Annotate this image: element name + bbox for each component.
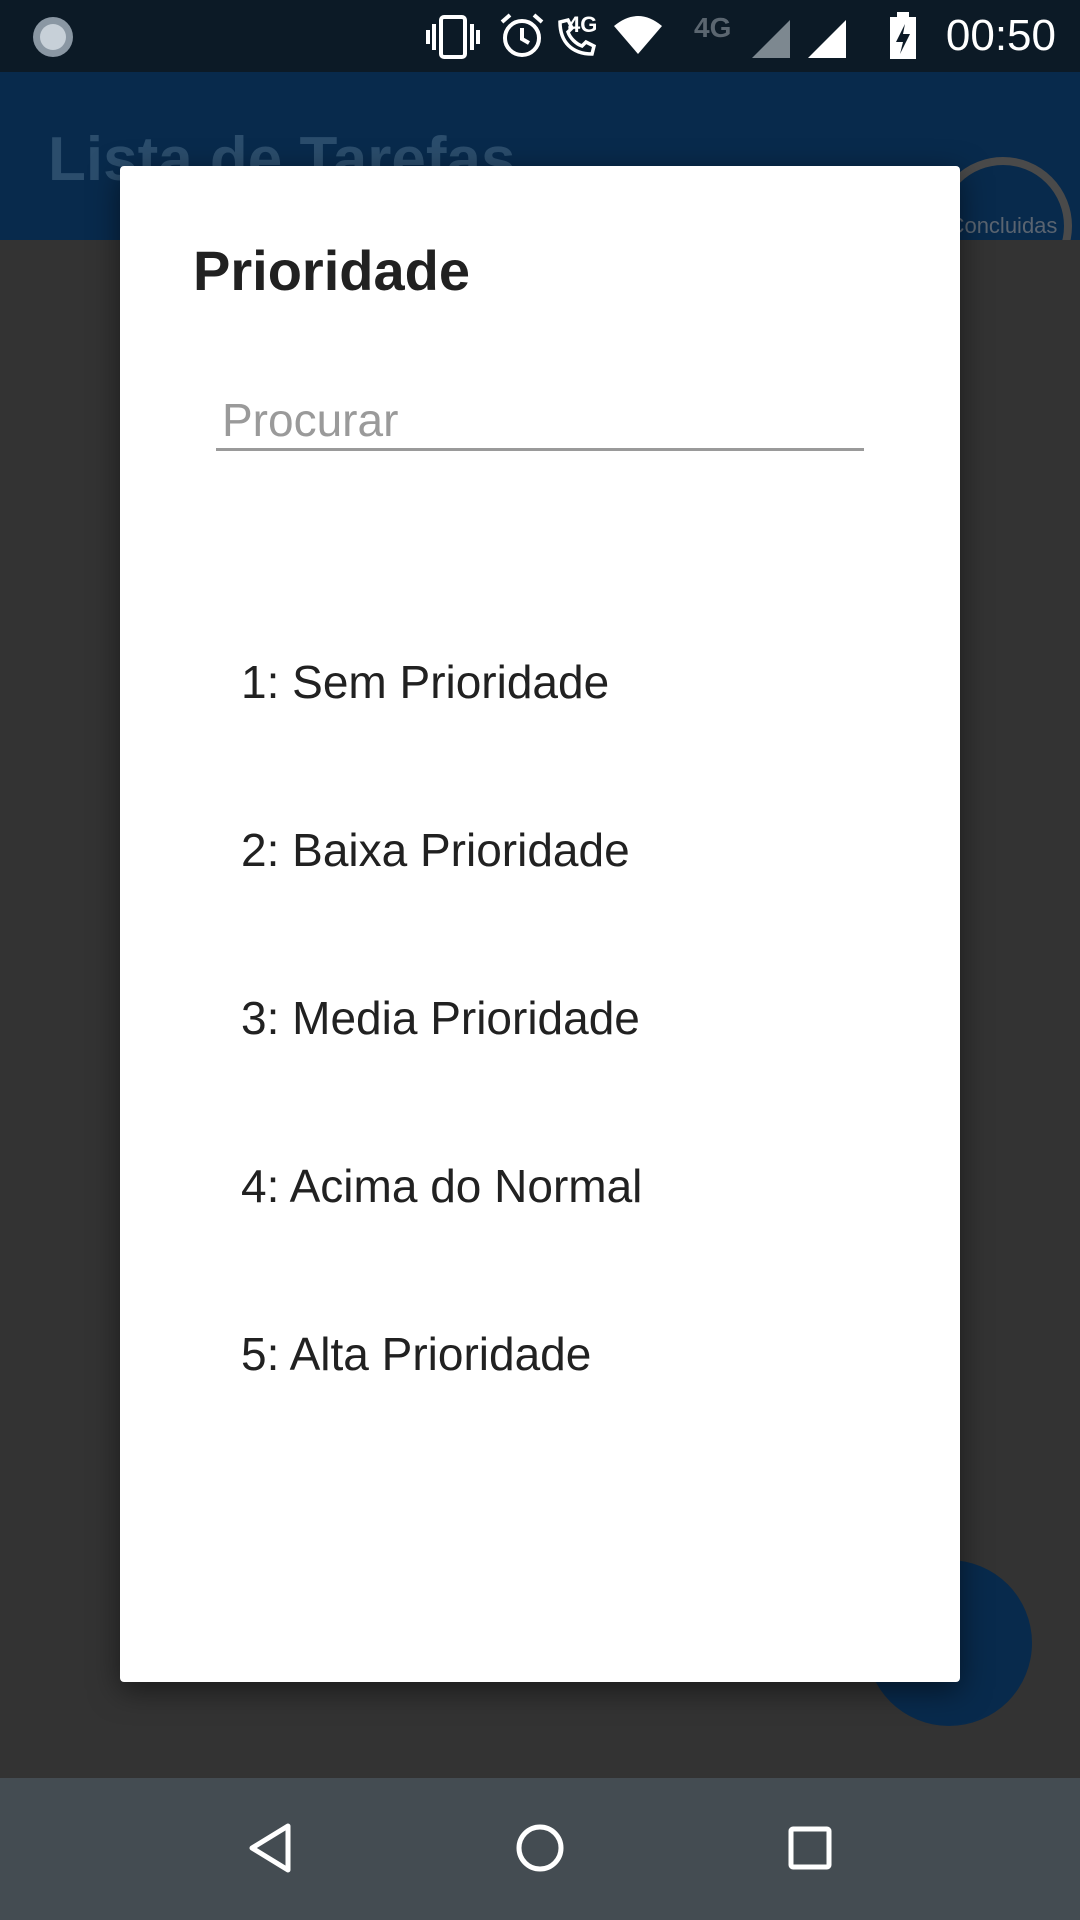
back-icon <box>249 1823 291 1873</box>
priority-option-5[interactable]: 5: Alta Prioridade <box>120 1270 960 1438</box>
priority-option-1[interactable]: 1: Sem Prioridade <box>120 598 960 766</box>
back-button[interactable] <box>230 1808 310 1888</box>
option-label: 3: Media Prioridade <box>241 992 640 1044</box>
priority-dialog: Prioridade 1: Sem Prioridade 2: Baixa Pr… <box>120 166 960 1682</box>
alarm-icon <box>500 13 544 57</box>
network-type-label-secondary: 4G <box>694 12 732 43</box>
launcher-icon <box>33 17 73 57</box>
search-field-container <box>216 392 864 451</box>
home-button[interactable] <box>500 1808 580 1888</box>
search-input[interactable] <box>216 392 864 448</box>
home-icon <box>516 1824 564 1872</box>
priority-option-3[interactable]: 3: Media Prioridade <box>120 934 960 1102</box>
priority-option-2[interactable]: 2: Baixa Prioridade <box>120 766 960 934</box>
status-bar: 4G 4G 00:50 <box>0 0 1080 72</box>
recents-icon <box>788 1826 832 1870</box>
priority-option-4[interactable]: 4: Acima do Normal <box>120 1102 960 1270</box>
signal-icon <box>808 20 846 58</box>
battery-charging-icon <box>890 12 916 59</box>
wifi-icon <box>614 16 662 54</box>
option-label: 2: Baixa Prioridade <box>241 824 630 876</box>
recents-button[interactable] <box>770 1808 850 1888</box>
completed-button-label: Concluidas <box>948 213 1058 238</box>
network-type-label: 4G <box>568 12 598 37</box>
signal-icon-secondary <box>752 20 790 58</box>
dialog-title: Prioridade <box>193 239 470 302</box>
option-label: 5: Alta Prioridade <box>241 1328 592 1380</box>
option-label: 4: Acima do Normal <box>241 1160 643 1212</box>
clock: 00:50 <box>945 11 1056 60</box>
navigation-bar <box>0 1778 1080 1920</box>
option-label: 1: Sem Prioridade <box>241 656 610 708</box>
vibrate-icon <box>426 15 480 59</box>
